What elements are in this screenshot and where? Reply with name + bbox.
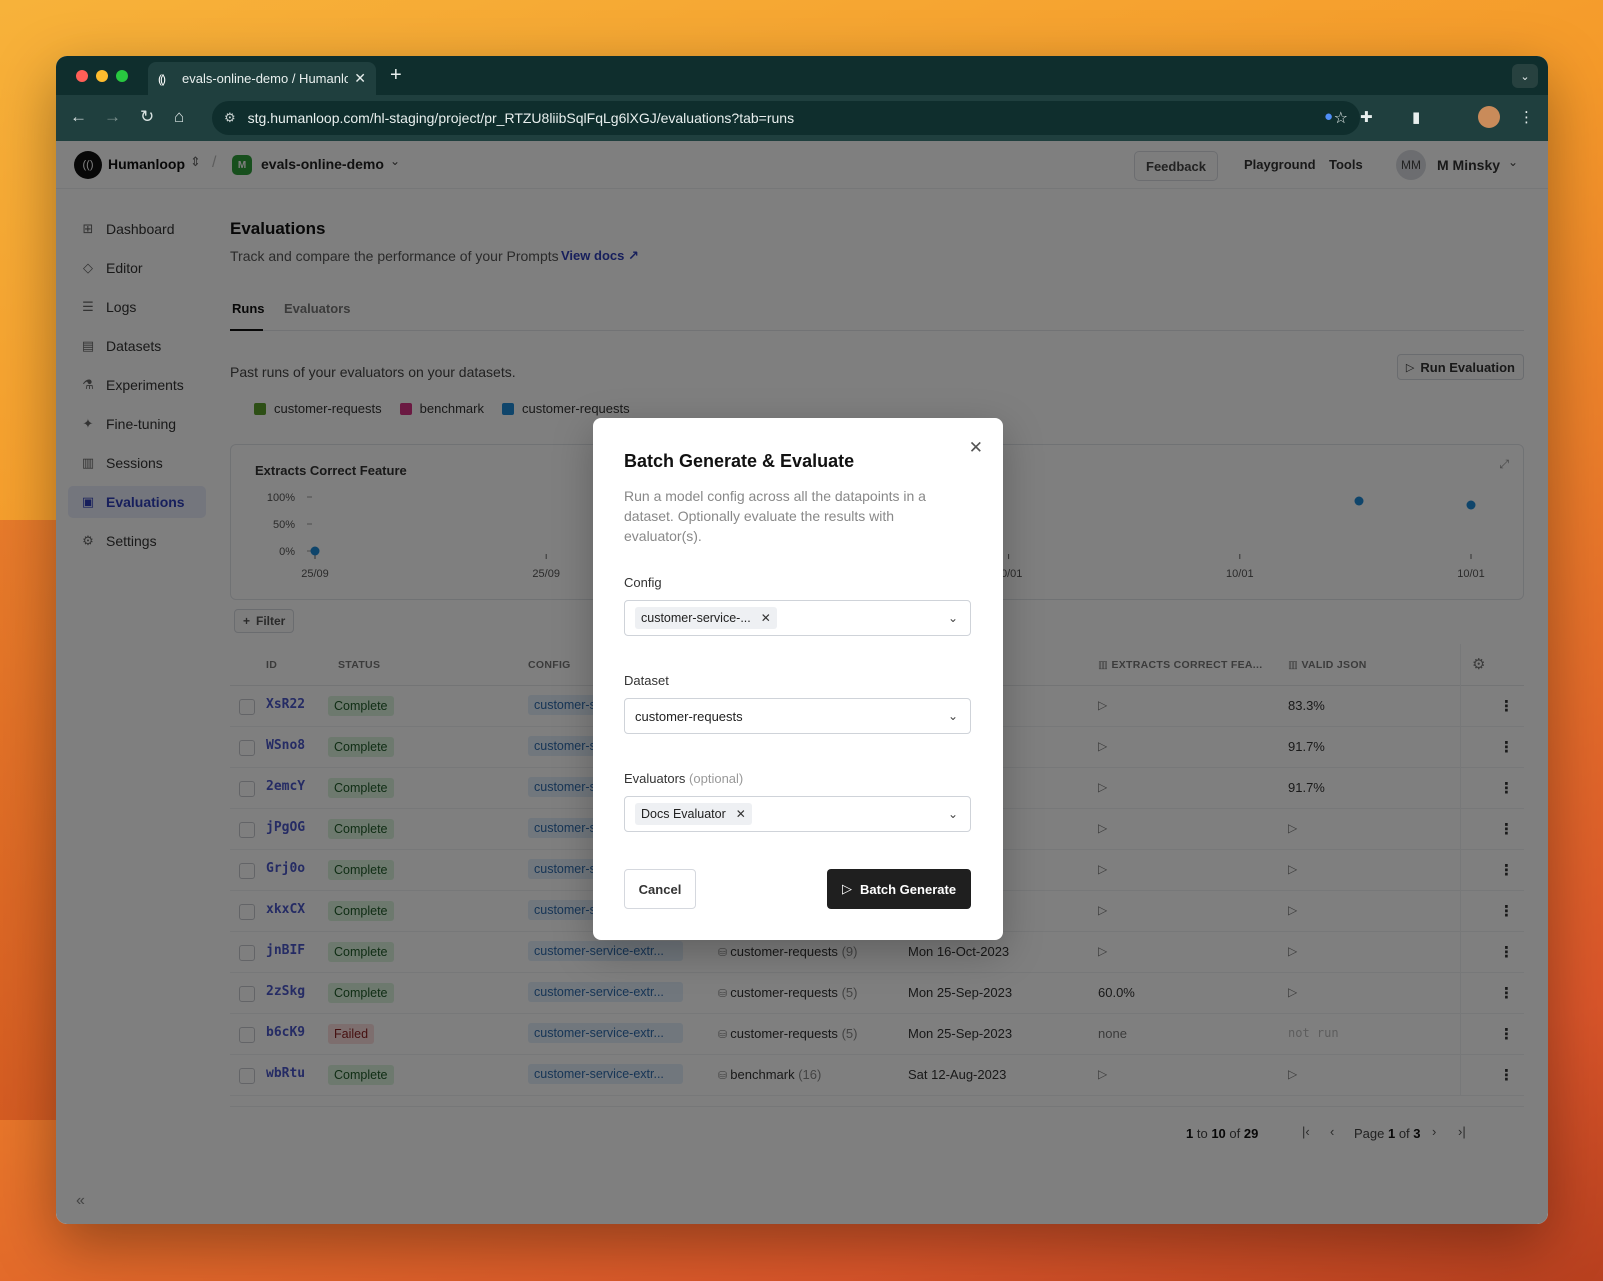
batch-generate-modal: ✕ Batch Generate & Evaluate Run a model … <box>593 418 1003 940</box>
chevron-down-icon[interactable]: ⌄ <box>948 807 958 821</box>
chevron-down-icon[interactable]: ⌄ <box>948 611 958 625</box>
sidepanel-icon[interactable]: ▮ <box>1412 108 1420 126</box>
config-label: Config <box>624 575 662 590</box>
bookmark-star-icon[interactable]: ☆ <box>1334 108 1348 128</box>
close-icon[interactable]: ✕ <box>969 438 983 458</box>
cancel-button[interactable]: Cancel <box>624 869 696 909</box>
browser-window: (() evals-online-demo / Humanlo ✕ + ⌄ ← … <box>56 56 1548 1224</box>
evaluator-chip: Docs Evaluator ✕ <box>635 803 752 825</box>
dataset-select[interactable]: customer-requests ⌄ <box>624 698 971 734</box>
modal-description: Run a model config across all the datapo… <box>624 488 926 544</box>
address-bar-row: ← → ↻ ⌂ ⚙ stg.humanloop.com/hl-staging/p… <box>56 95 1548 141</box>
maximize-window-button[interactable] <box>116 70 128 82</box>
evaluator-chip-label: Docs Evaluator <box>641 807 726 821</box>
dataset-value: customer-requests <box>635 708 743 724</box>
url-text: stg.humanloop.com/hl-staging/project/pr_… <box>247 110 795 126</box>
url-bar[interactable]: ⚙ stg.humanloop.com/hl-staging/project/p… <box>212 101 1360 135</box>
evaluators-label-text: Evaluators <box>624 771 686 786</box>
minimize-window-button[interactable] <box>96 70 108 82</box>
optional-label: (optional) <box>689 771 744 786</box>
evaluators-select[interactable]: Docs Evaluator ✕ ⌄ <box>624 796 971 832</box>
config-chip-label: customer-service-... <box>641 611 751 625</box>
forward-icon[interactable]: → <box>104 107 121 127</box>
browser-tab[interactable]: (() evals-online-demo / Humanlo ✕ <box>148 62 376 95</box>
extensions-icon[interactable]: ✚ <box>1360 108 1373 126</box>
site-info-icon[interactable]: ⚙ <box>224 110 236 126</box>
profile-avatar[interactable] <box>1478 106 1500 128</box>
dataset-label: Dataset <box>624 673 669 688</box>
play-icon: ▷ <box>841 881 852 896</box>
remove-evaluator-icon[interactable]: ✕ <box>736 807 746 821</box>
browser-menu-icon[interactable]: ⋮ <box>1519 108 1534 126</box>
tab-search-icon[interactable]: ⌄ <box>1512 64 1538 88</box>
remove-config-icon[interactable]: ✕ <box>761 611 771 625</box>
config-select[interactable]: customer-service-... ✕ ⌄ <box>624 600 971 636</box>
chevron-down-icon[interactable]: ⌄ <box>948 709 958 723</box>
password-manager-icon[interactable]: ● <box>1324 108 1333 125</box>
config-chip: customer-service-... ✕ <box>635 607 777 629</box>
reload-icon[interactable]: ↻ <box>140 107 154 127</box>
batch-generate-label: Batch Generate <box>859 881 957 897</box>
close-window-button[interactable] <box>76 70 88 82</box>
modal-title: Batch Generate & Evaluate <box>624 451 855 471</box>
tab-title: evals-online-demo / Humanlo <box>182 71 349 86</box>
evaluators-label: Evaluators (optional) <box>624 771 743 786</box>
new-tab-icon[interactable]: + <box>390 64 402 87</box>
back-icon[interactable]: ← <box>70 107 87 127</box>
home-icon[interactable]: ⌂ <box>174 107 184 127</box>
humanloop-favicon-icon: (() <box>158 71 166 86</box>
tab-bar: (() evals-online-demo / Humanlo ✕ + ⌄ <box>56 56 1548 95</box>
batch-generate-button[interactable]: ▷ Batch Generate <box>827 869 971 909</box>
tab-close-icon[interactable]: ✕ <box>354 70 366 87</box>
